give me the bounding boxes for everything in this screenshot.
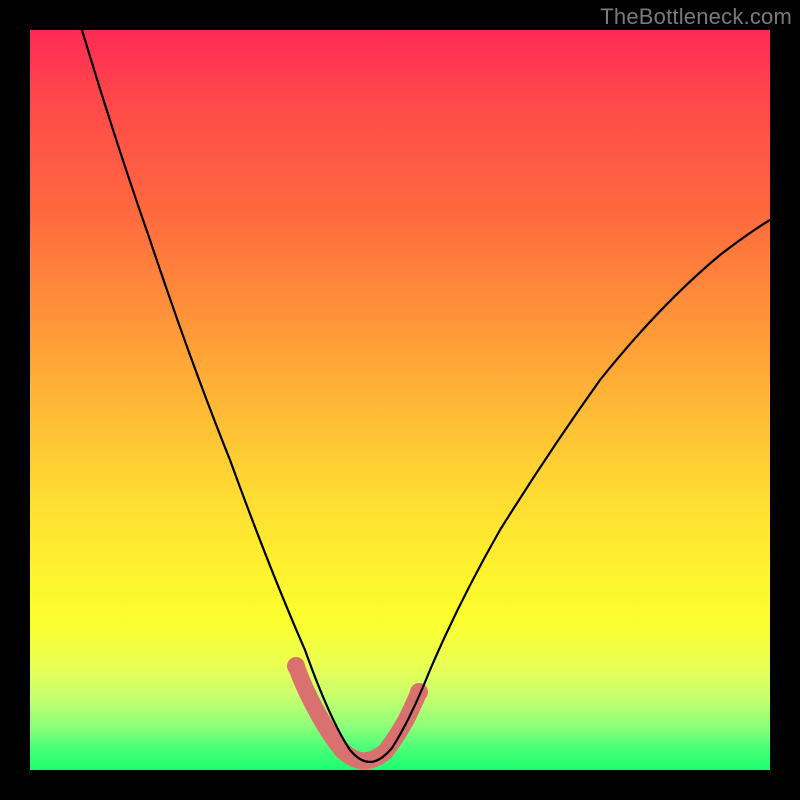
watermark-text: TheBottleneck.com (600, 4, 792, 30)
band-dot-left (287, 657, 305, 675)
bottleneck-curve (82, 30, 770, 762)
plot-area (30, 30, 770, 770)
chart-stage: TheBottleneck.com (0, 0, 800, 800)
curve-layer (30, 30, 770, 770)
minimum-band (296, 666, 419, 761)
